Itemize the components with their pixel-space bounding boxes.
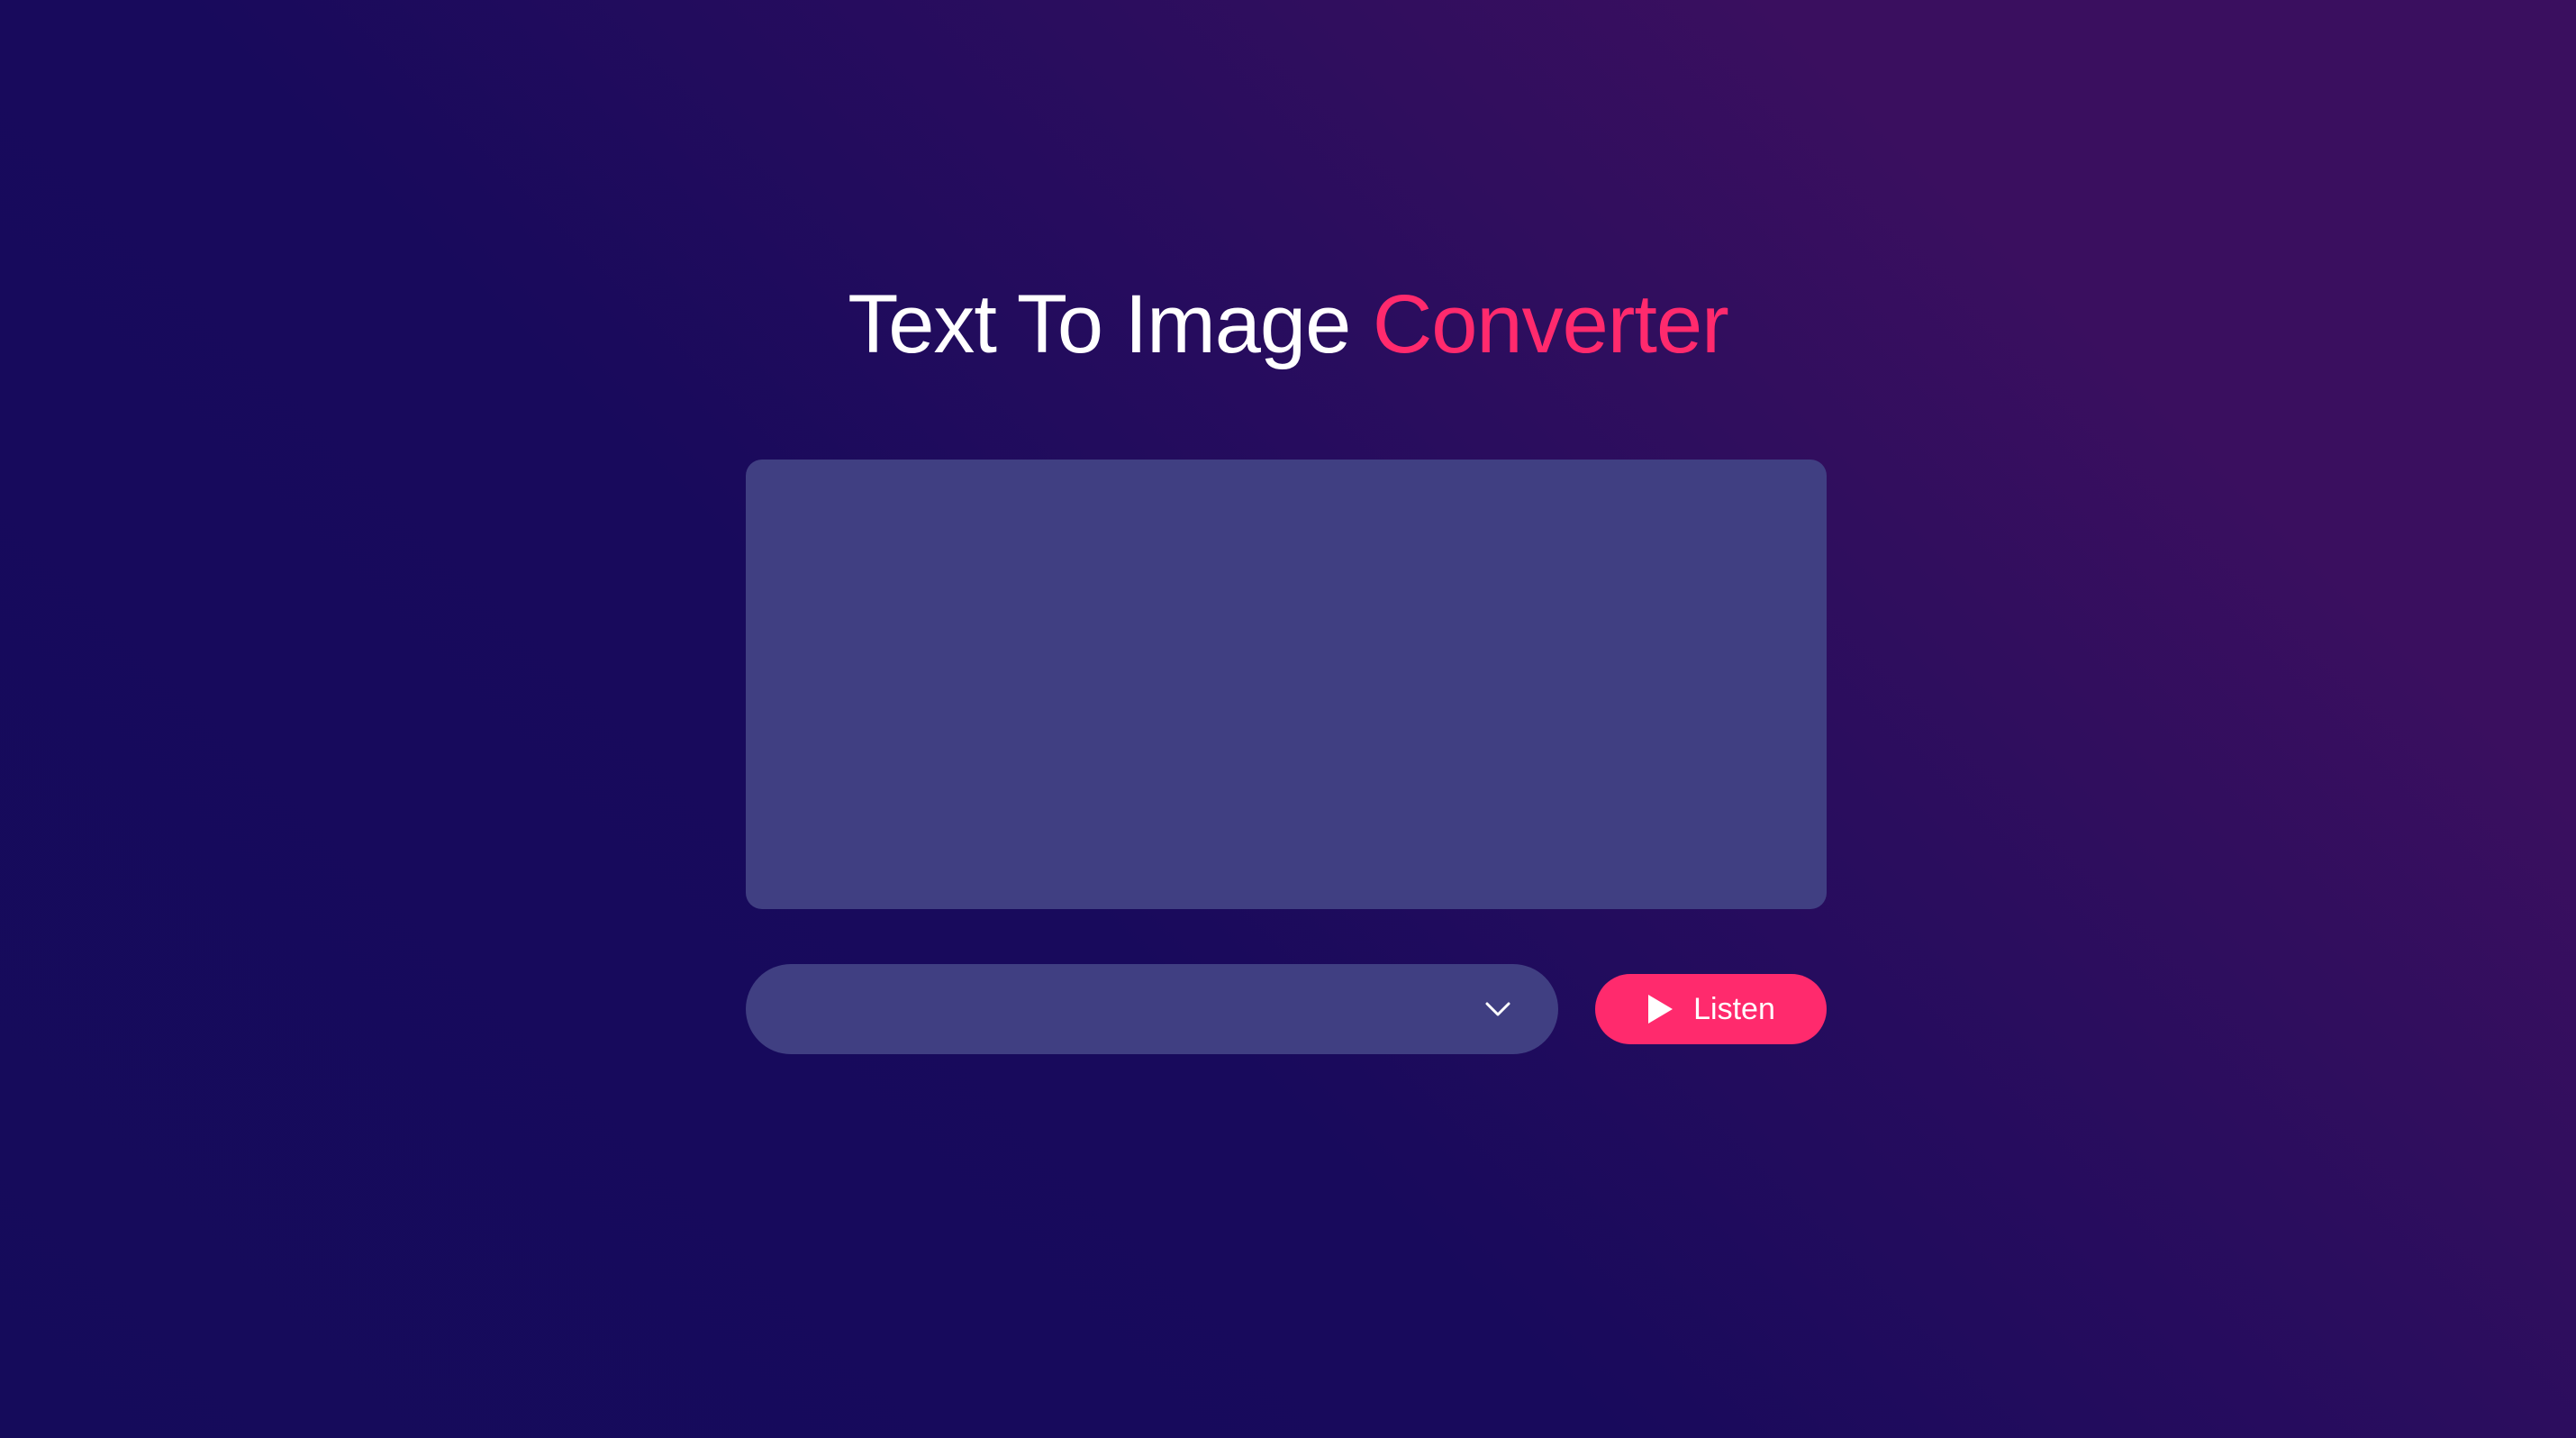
text-input[interactable] [746, 460, 1827, 909]
listen-button-label: Listen [1693, 991, 1775, 1026]
page-title: Text To Image Converter [0, 266, 2576, 383]
chevron-down-icon [1483, 994, 1513, 1024]
page: Text To Image Converter Listen [0, 0, 2576, 1438]
title-accent: Converter [1372, 278, 1729, 370]
play-icon [1646, 994, 1673, 1024]
voice-select[interactable] [746, 964, 1558, 1054]
title-text: Text To Image [848, 278, 1373, 370]
listen-button[interactable]: Listen [1595, 974, 1827, 1044]
